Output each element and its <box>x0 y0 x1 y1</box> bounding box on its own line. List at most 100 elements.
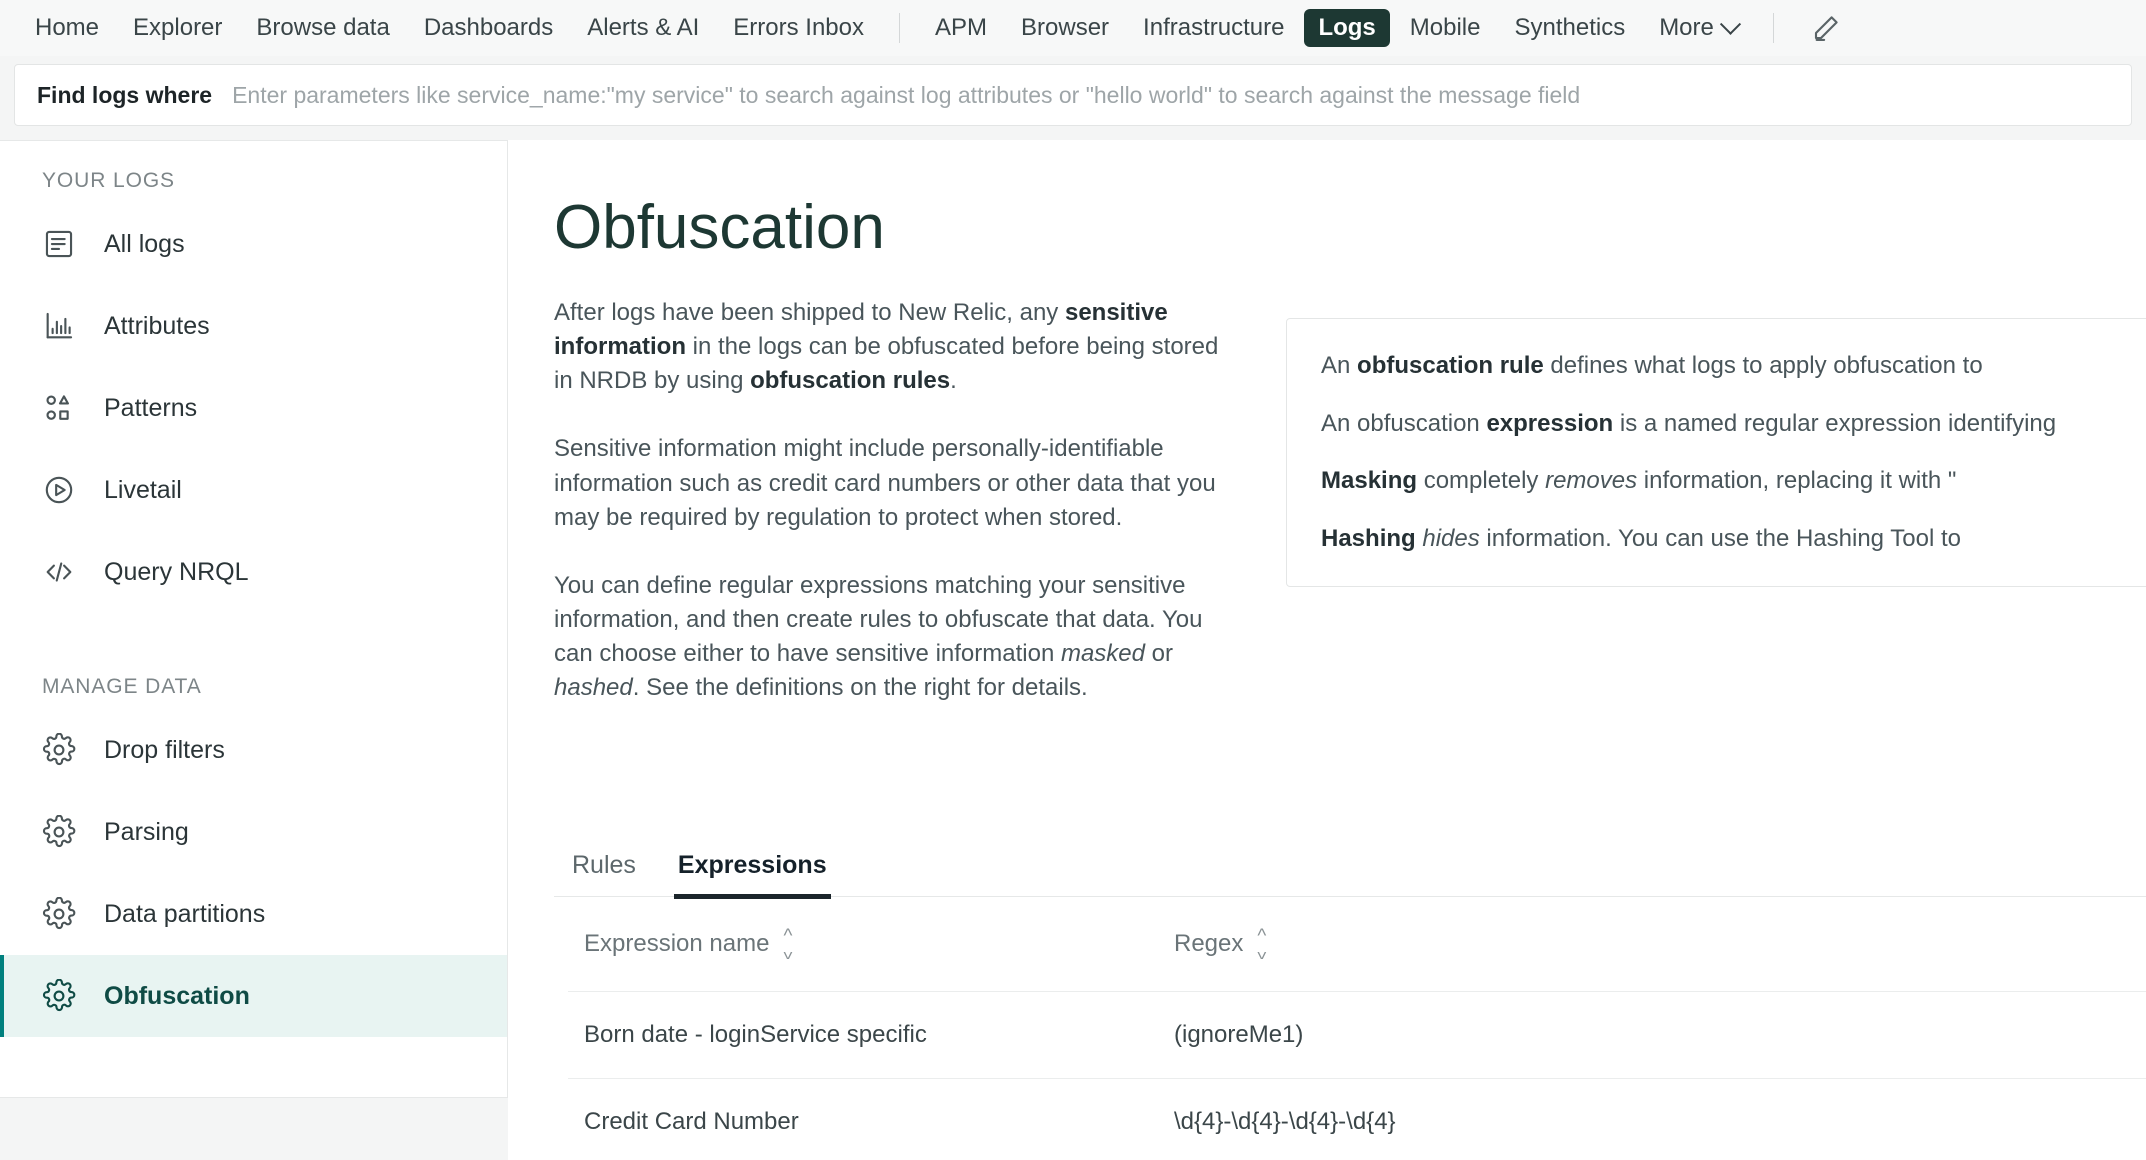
nav-item-browser[interactable]: Browser <box>1007 9 1123 47</box>
nav-item-mobile[interactable]: Mobile <box>1396 9 1495 47</box>
sidebar-item-obfuscation[interactable]: Obfuscation <box>0 955 507 1037</box>
code-brackets-icon-glyph <box>46 562 72 582</box>
text-run: or <box>1145 639 1174 667</box>
nav-item-label: Mobile <box>1409 14 1481 41</box>
bar-chart-icon-glyph <box>46 312 73 339</box>
table-row[interactable]: Credit Card Number \d{4}-\d{4}-\d{4}-\d{4… <box>568 1079 2146 1160</box>
pencil-icon[interactable] <box>1804 6 1848 50</box>
nav-item-apm[interactable]: APM <box>921 9 1001 47</box>
text-run: completely <box>1417 467 1546 495</box>
tabs-and-table: Rules Expressions Expression name ^ ^ Reg… <box>554 851 2146 1160</box>
sidebar-item-attributes[interactable]: Attributes <box>0 285 507 367</box>
gear-icon <box>42 979 86 1013</box>
play-circle-icon-glyph <box>45 476 73 504</box>
sidebar-item-drop-filters[interactable]: Drop filters <box>0 709 507 791</box>
table-row[interactable]: Born date - loginService specific (ignore… <box>568 992 2146 1079</box>
chevron-down-icon <box>1719 13 1741 35</box>
text-run: expression <box>1486 409 1614 437</box>
text-run: information. You can use the Hashing Too… <box>1479 524 1961 552</box>
tab-rules[interactable]: Rules <box>568 851 640 896</box>
nav-item-label: Synthetics <box>1514 14 1626 41</box>
sort-desc-caret: ^ <box>783 940 793 962</box>
nav-item-label: Browser <box>1021 14 1110 41</box>
nav-item-synthetics[interactable]: Synthetics <box>1500 9 1639 47</box>
top-navigation-bar: Home Explorer Browse data Dashboards Alerts … <box>0 0 2146 56</box>
sidebar-item-all-logs[interactable]: All logs <box>0 203 507 285</box>
text-run: After logs have been shipped to New Reli… <box>554 299 1065 327</box>
play-circle-icon <box>42 473 86 507</box>
column-header-expression-name[interactable]: Expression name ^ ^ <box>568 927 1174 962</box>
text-run: removes <box>1545 467 1638 495</box>
text-run: hashed <box>554 673 633 701</box>
nav-more-label: More <box>1659 14 1714 41</box>
text-run: . See the definitions on the right for d… <box>632 673 1088 701</box>
pencil-icon-glyph <box>1814 16 1838 41</box>
nav-item-label: Alerts & AI <box>587 14 700 41</box>
nav-item-logs[interactable]: Logs <box>1304 9 1390 47</box>
sidebar-item-label: Parsing <box>104 817 189 846</box>
text-run: masked <box>1060 639 1145 667</box>
shapes-grid-icon <box>42 391 86 425</box>
nav-item-more[interactable]: More <box>1645 9 1752 47</box>
definition-line: An obfuscation expression is a named reg… <box>1321 407 2146 441</box>
content-shell: YOUR LOGS All logs Attributes Patterns Livet… <box>0 140 2146 1160</box>
sidebar-item-label: Patterns <box>104 393 198 422</box>
column-header-label: Regex <box>1174 929 1244 957</box>
shapes-grid-icon-glyph <box>46 395 69 420</box>
tab-expressions[interactable]: Expressions <box>673 851 831 899</box>
intro-paragraph: Sensitive information might include pers… <box>554 432 1234 534</box>
column-header-regex[interactable]: Regex ^ ^ <box>1174 927 2146 962</box>
nav-item-errors-inbox[interactable]: Errors Inbox <box>719 9 878 47</box>
gear-icon-glyph <box>42 733 76 766</box>
sort-arrows-icon[interactable]: ^ ^ <box>1257 927 1267 962</box>
sidebar-item-livetail[interactable]: Livetail <box>0 449 507 531</box>
sidebar-item-data-partitions[interactable]: Data partitions <box>0 873 507 955</box>
nav-right-group: APM Browser Infrastructure Logs Mobile Synthe… <box>918 9 1755 47</box>
text-run: . <box>950 367 957 395</box>
sidebar-item-label: Obfuscation <box>104 981 250 1010</box>
bar-chart-icon <box>42 309 86 343</box>
sidebar-item-patterns[interactable]: Patterns <box>0 367 507 449</box>
sort-arrows-icon[interactable]: ^ ^ <box>783 927 793 962</box>
table-header-row: Expression name ^ ^ Regex ^ ^ <box>568 897 2146 992</box>
nav-divider-2 <box>1772 13 1774 43</box>
document-lines-icon <box>42 227 86 261</box>
page-title: Obfuscation <box>554 193 885 262</box>
sidebar-item-parsing[interactable]: Parsing <box>0 791 507 873</box>
sidebar-section-gap <box>0 613 507 647</box>
left-sidebar: YOUR LOGS All logs Attributes Patterns Livet… <box>0 140 508 1098</box>
sidebar-section-title: YOUR LOGS <box>42 169 175 192</box>
nav-item-alerts-ai[interactable]: Alerts & AI <box>573 9 713 47</box>
text-run: defines what logs to apply obfuscation t… <box>1543 352 1983 380</box>
nav-item-label: Logs <box>1318 14 1376 41</box>
nav-item-dashboards[interactable]: Dashboards <box>410 9 567 47</box>
nav-item-label: Infrastructure <box>1143 14 1285 41</box>
nav-divider <box>899 13 900 43</box>
nav-item-home[interactable]: Home <box>21 9 113 47</box>
cell-expression-name: Credit Card Number <box>584 1107 799 1135</box>
nav-item-label: Browse data <box>256 14 390 41</box>
text-run: Sensitive information might include pers… <box>554 435 1216 531</box>
text-run: An <box>1321 352 1358 380</box>
intro-paragraph: You can define regular expressions match… <box>554 569 1234 705</box>
definition-line: Hashing hides information. You can use t… <box>1321 522 2146 556</box>
nav-item-browse-data[interactable]: Browse data <box>242 9 403 47</box>
sidebar-item-query-nrql[interactable]: Query NRQL <box>0 531 507 613</box>
find-logs-search-bar[interactable]: Find logs where <box>14 64 2132 126</box>
sort-desc-caret: ^ <box>1257 940 1267 962</box>
nav-item-explorer[interactable]: Explorer <box>119 9 236 47</box>
search-input[interactable] <box>230 80 2109 110</box>
cell-regex: (ignoreMe1) <box>1174 1020 1304 1048</box>
nav-item-label: Home <box>35 14 100 41</box>
gear-icon-glyph <box>42 979 76 1012</box>
text-run: information, replacing it with " <box>1637 467 1957 495</box>
text-run: Hashing <box>1321 524 1416 552</box>
column-header-label: Expression name <box>584 929 770 957</box>
app-root: Home Explorer Browse data Dashboards Alerts … <box>0 0 2146 1160</box>
nav-item-infrastructure[interactable]: Infrastructure <box>1129 9 1298 47</box>
nav-item-label: Dashboards <box>423 14 554 41</box>
sidebar-section-title: MANAGE DATA <box>42 675 202 698</box>
text-run: obfuscation rules <box>750 367 951 395</box>
nav-item-label: Errors Inbox <box>733 14 864 41</box>
sidebar-item-label: Data partitions <box>104 899 266 928</box>
